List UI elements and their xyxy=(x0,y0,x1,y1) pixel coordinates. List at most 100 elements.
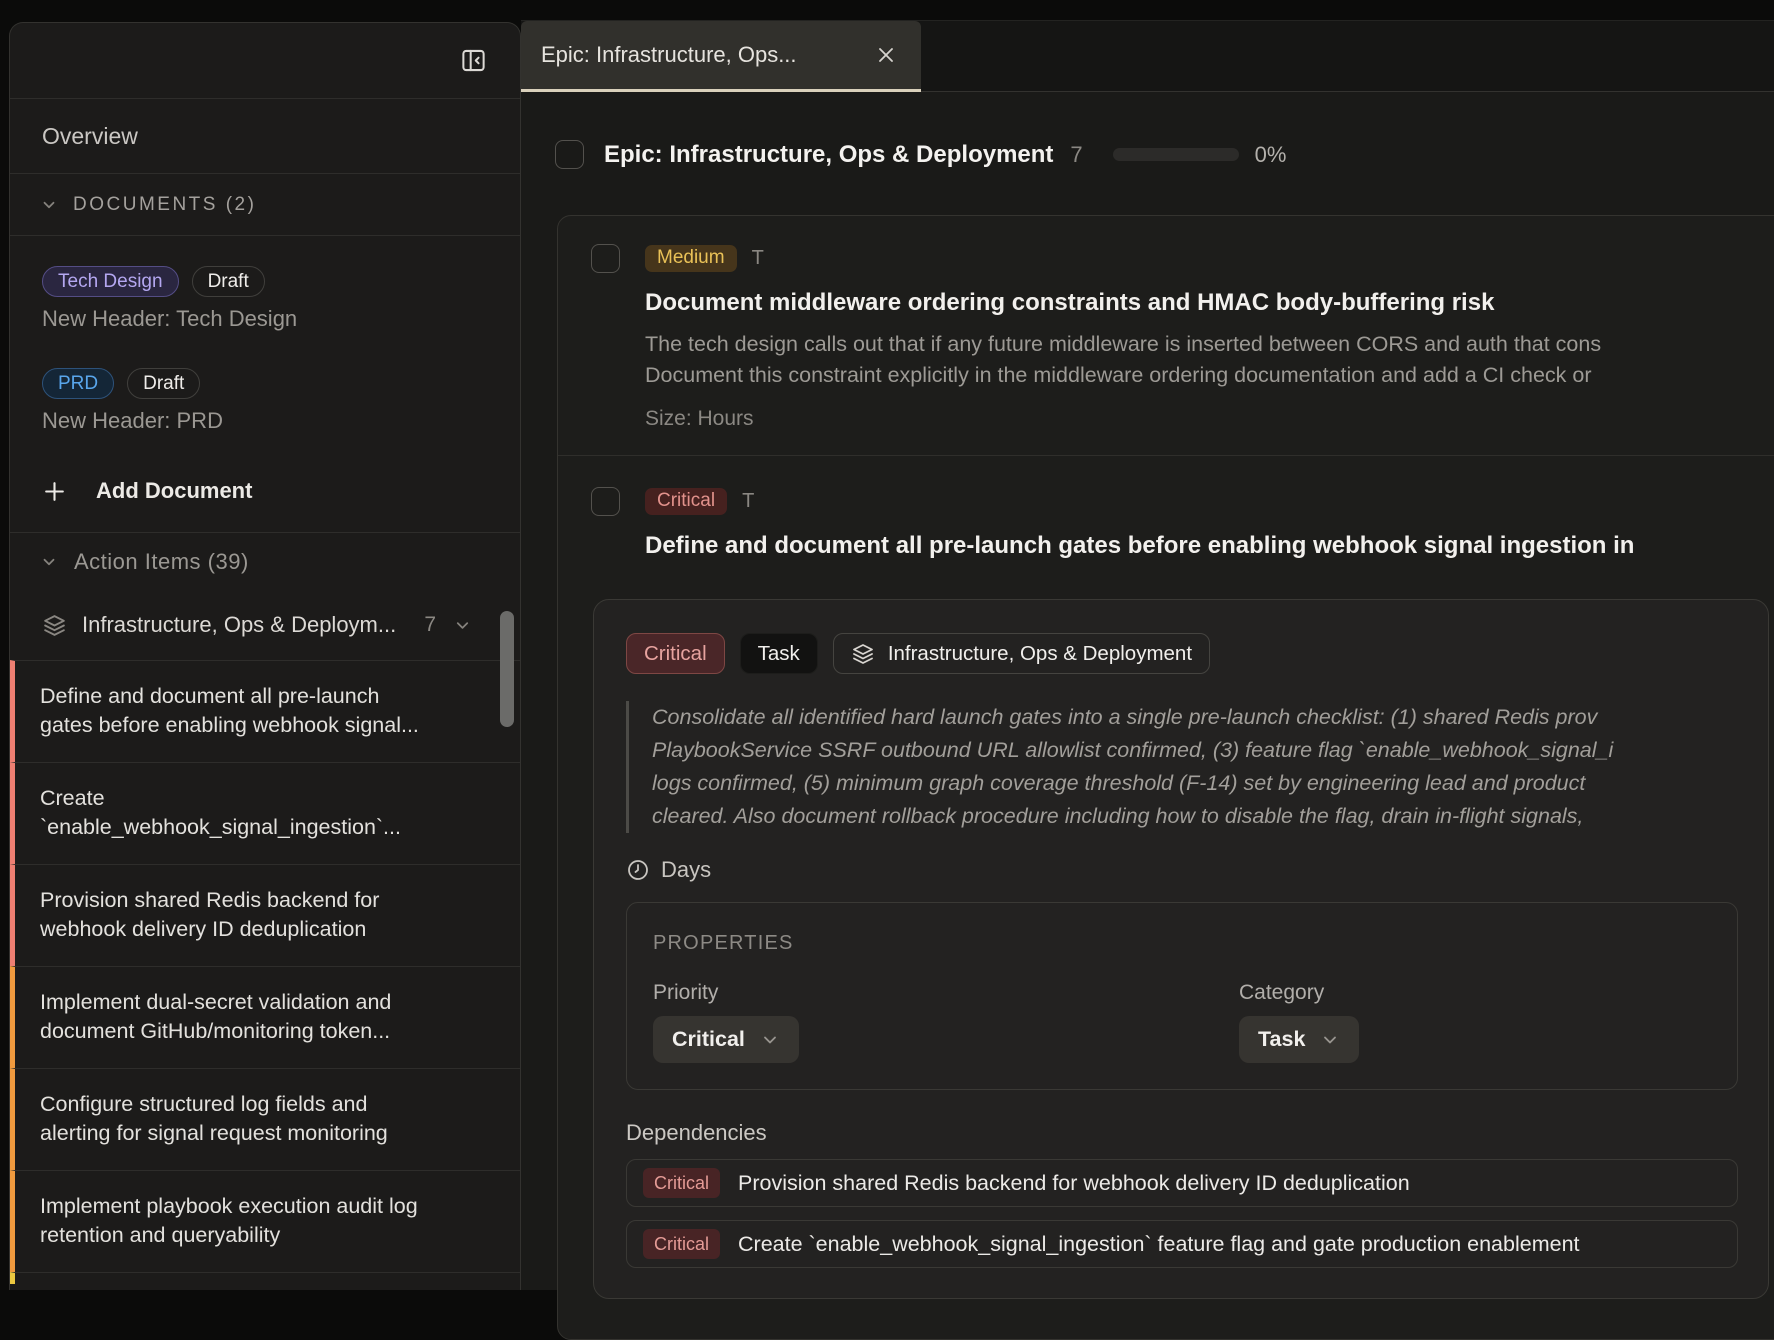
clock-icon xyxy=(626,858,650,882)
priority-badge-medium: Medium xyxy=(645,245,737,272)
priority-dropdown[interactable]: Critical xyxy=(653,1016,799,1063)
chevron-down-icon xyxy=(453,616,472,635)
action-item[interactable]: Define and document all pre-launch gates… xyxy=(10,660,520,762)
action-item[interactable]: Implement dual-secret validation and doc… xyxy=(10,966,520,1068)
action-item-text: `enable_webhook_signal_ingestion`... xyxy=(40,813,496,842)
action-item-text: retention and queryability xyxy=(40,1221,496,1250)
action-item[interactable]: Provision shared Redis backend for webho… xyxy=(10,864,520,966)
dependency-text: Provision shared Redis backend for webho… xyxy=(738,1171,1410,1196)
quote-line: cleared. Also document rollback procedur… xyxy=(652,800,1738,833)
category-dropdown-value: Task xyxy=(1258,1027,1305,1052)
add-document-label: Add Document xyxy=(96,478,252,504)
document-item-prd[interactable]: PRD Draft New Header: PRD xyxy=(42,368,488,434)
properties-panel: PROPERTIES Priority Critical Category xyxy=(626,902,1738,1090)
chevron-down-icon xyxy=(40,196,58,214)
action-items-header-label: Action Items (39) xyxy=(74,549,249,575)
detail-type-badge: Task xyxy=(740,633,818,674)
epic-checkbox[interactable] xyxy=(555,140,584,169)
action-items-section-header[interactable]: Action Items (39) xyxy=(10,532,520,590)
plus-icon xyxy=(42,479,67,504)
sidebar-header xyxy=(10,23,520,99)
task-description-line: Document this constraint explicitly in t… xyxy=(645,360,1774,391)
detail-priority-badge: Critical xyxy=(626,633,725,674)
task-card-middleware[interactable]: Medium T Document middleware ordering co… xyxy=(558,216,1774,455)
tab-bar: Epic: Infrastructure, Ops... xyxy=(521,20,1774,92)
epic-group-count: 7 xyxy=(424,613,436,637)
task-size-label: Size: Hours xyxy=(645,407,1774,455)
epic-group-label: Infrastructure, Ops & Deploym... xyxy=(82,612,409,638)
duration-label: Days xyxy=(661,857,711,883)
action-item[interactable]: Configure structured log fields and aler… xyxy=(10,1068,520,1170)
doc-status-badge: Draft xyxy=(127,368,200,399)
duration-row: Days xyxy=(626,857,1738,883)
task-type-indicator: T xyxy=(752,247,764,270)
layers-icon xyxy=(42,613,67,638)
dependency-text: Create `enable_webhook_signal_ingestion`… xyxy=(738,1232,1579,1257)
action-item-text: Implement dual-secret validation and xyxy=(40,988,496,1017)
main-content: Epic: Infrastructure, Ops & Deployment 7… xyxy=(521,92,1774,1290)
chevron-down-icon xyxy=(1320,1030,1340,1050)
action-item[interactable]: Implement playbook execution audit log r… xyxy=(10,1170,520,1272)
action-item-text: Define and document all pre-launch xyxy=(40,682,496,711)
panel-collapse-icon[interactable] xyxy=(458,45,488,75)
doc-status-badge: Draft xyxy=(192,266,265,297)
dependency-priority-badge: Critical xyxy=(643,1229,720,1259)
detail-badge-row: Critical Task Infrastructure, Ops & Depl… xyxy=(626,633,1738,674)
action-item-text: gates before enabling webhook signal... xyxy=(40,711,496,740)
sidebar-scrollbar-thumb[interactable] xyxy=(500,611,514,727)
task-card-prelaunch-gates[interactable]: Critical T Define and document all pre-l… xyxy=(558,456,1774,560)
sidebar: Overview DOCUMENTS (2) Tech Design Draft… xyxy=(9,22,521,1290)
chevron-down-icon xyxy=(760,1030,780,1050)
action-item-text: Create xyxy=(40,784,496,813)
task-type-indicator: T xyxy=(742,490,754,513)
add-document-button[interactable]: Add Document xyxy=(42,478,488,504)
documents-header-label: DOCUMENTS (2) xyxy=(73,194,256,216)
task-list-container: Medium T Document middleware ordering co… xyxy=(557,215,1774,1340)
doc-title: New Header: PRD xyxy=(42,408,488,434)
task-title: Define and document all pre-launch gates… xyxy=(645,532,1774,560)
action-item-text: webhook delivery ID deduplication xyxy=(40,915,496,944)
epic-progress-bar xyxy=(1113,148,1239,161)
epic-group-row[interactable]: Infrastructure, Ops & Deploym... 7 xyxy=(10,590,520,660)
action-item[interactable] xyxy=(10,1272,520,1284)
priority-field-label: Priority xyxy=(653,981,1239,1005)
task-title: Document middleware ordering constraints… xyxy=(645,289,1774,317)
action-item-text: alerting for signal request monitoring xyxy=(40,1119,496,1148)
detail-epic-badge[interactable]: Infrastructure, Ops & Deployment xyxy=(833,633,1210,674)
dependency-priority-badge: Critical xyxy=(643,1168,720,1198)
task-checkbox[interactable] xyxy=(591,487,620,516)
task-detail-quote: Consolidate all identified hard launch g… xyxy=(626,701,1738,833)
action-item-text: document GitHub/monitoring token... xyxy=(40,1017,496,1046)
priority-dropdown-value: Critical xyxy=(672,1027,745,1052)
action-item[interactable]: Create `enable_webhook_signal_ingestion`… xyxy=(10,762,520,864)
priority-badge-critical: Critical xyxy=(645,488,727,515)
quote-line: Consolidate all identified hard launch g… xyxy=(652,701,1738,734)
epic-header-row: Epic: Infrastructure, Ops & Deployment 7… xyxy=(555,140,1286,169)
doc-type-badge: Tech Design xyxy=(42,266,179,297)
epic-title: Epic: Infrastructure, Ops & Deployment xyxy=(604,141,1053,169)
dependency-item[interactable]: Critical Create `enable_webhook_signal_i… xyxy=(626,1220,1738,1268)
task-description-line: The tech design calls out that if any fu… xyxy=(645,329,1774,360)
category-dropdown[interactable]: Task xyxy=(1239,1016,1359,1063)
task-description: The tech design calls out that if any fu… xyxy=(645,329,1774,391)
overview-label: Overview xyxy=(42,123,138,150)
tab-title: Epic: Infrastructure, Ops... xyxy=(541,42,855,68)
close-icon[interactable] xyxy=(873,42,899,68)
doc-type-badge: PRD xyxy=(42,368,114,399)
sidebar-item-overview[interactable]: Overview xyxy=(10,99,520,174)
document-item-tech-design[interactable]: Tech Design Draft New Header: Tech Desig… xyxy=(42,266,488,332)
properties-header: PROPERTIES xyxy=(653,932,1711,955)
epic-progress-percent: 0% xyxy=(1255,142,1287,168)
layers-icon xyxy=(851,642,875,666)
documents-section-header[interactable]: DOCUMENTS (2) xyxy=(10,174,520,236)
detail-epic-badge-label: Infrastructure, Ops & Deployment xyxy=(888,642,1192,666)
documents-list: Tech Design Draft New Header: Tech Desig… xyxy=(10,236,520,504)
epic-task-count: 7 xyxy=(1070,142,1082,168)
dependency-item[interactable]: Critical Provision shared Redis backend … xyxy=(626,1159,1738,1207)
chevron-down-icon xyxy=(40,553,58,571)
quote-line: PlaybookService SSRF outbound URL allowl… xyxy=(652,734,1738,767)
action-item-text: Configure structured log fields and xyxy=(40,1090,496,1119)
task-checkbox[interactable] xyxy=(591,244,620,273)
tab-epic-infrastructure[interactable]: Epic: Infrastructure, Ops... xyxy=(521,21,921,92)
category-field-label: Category xyxy=(1239,981,1711,1005)
